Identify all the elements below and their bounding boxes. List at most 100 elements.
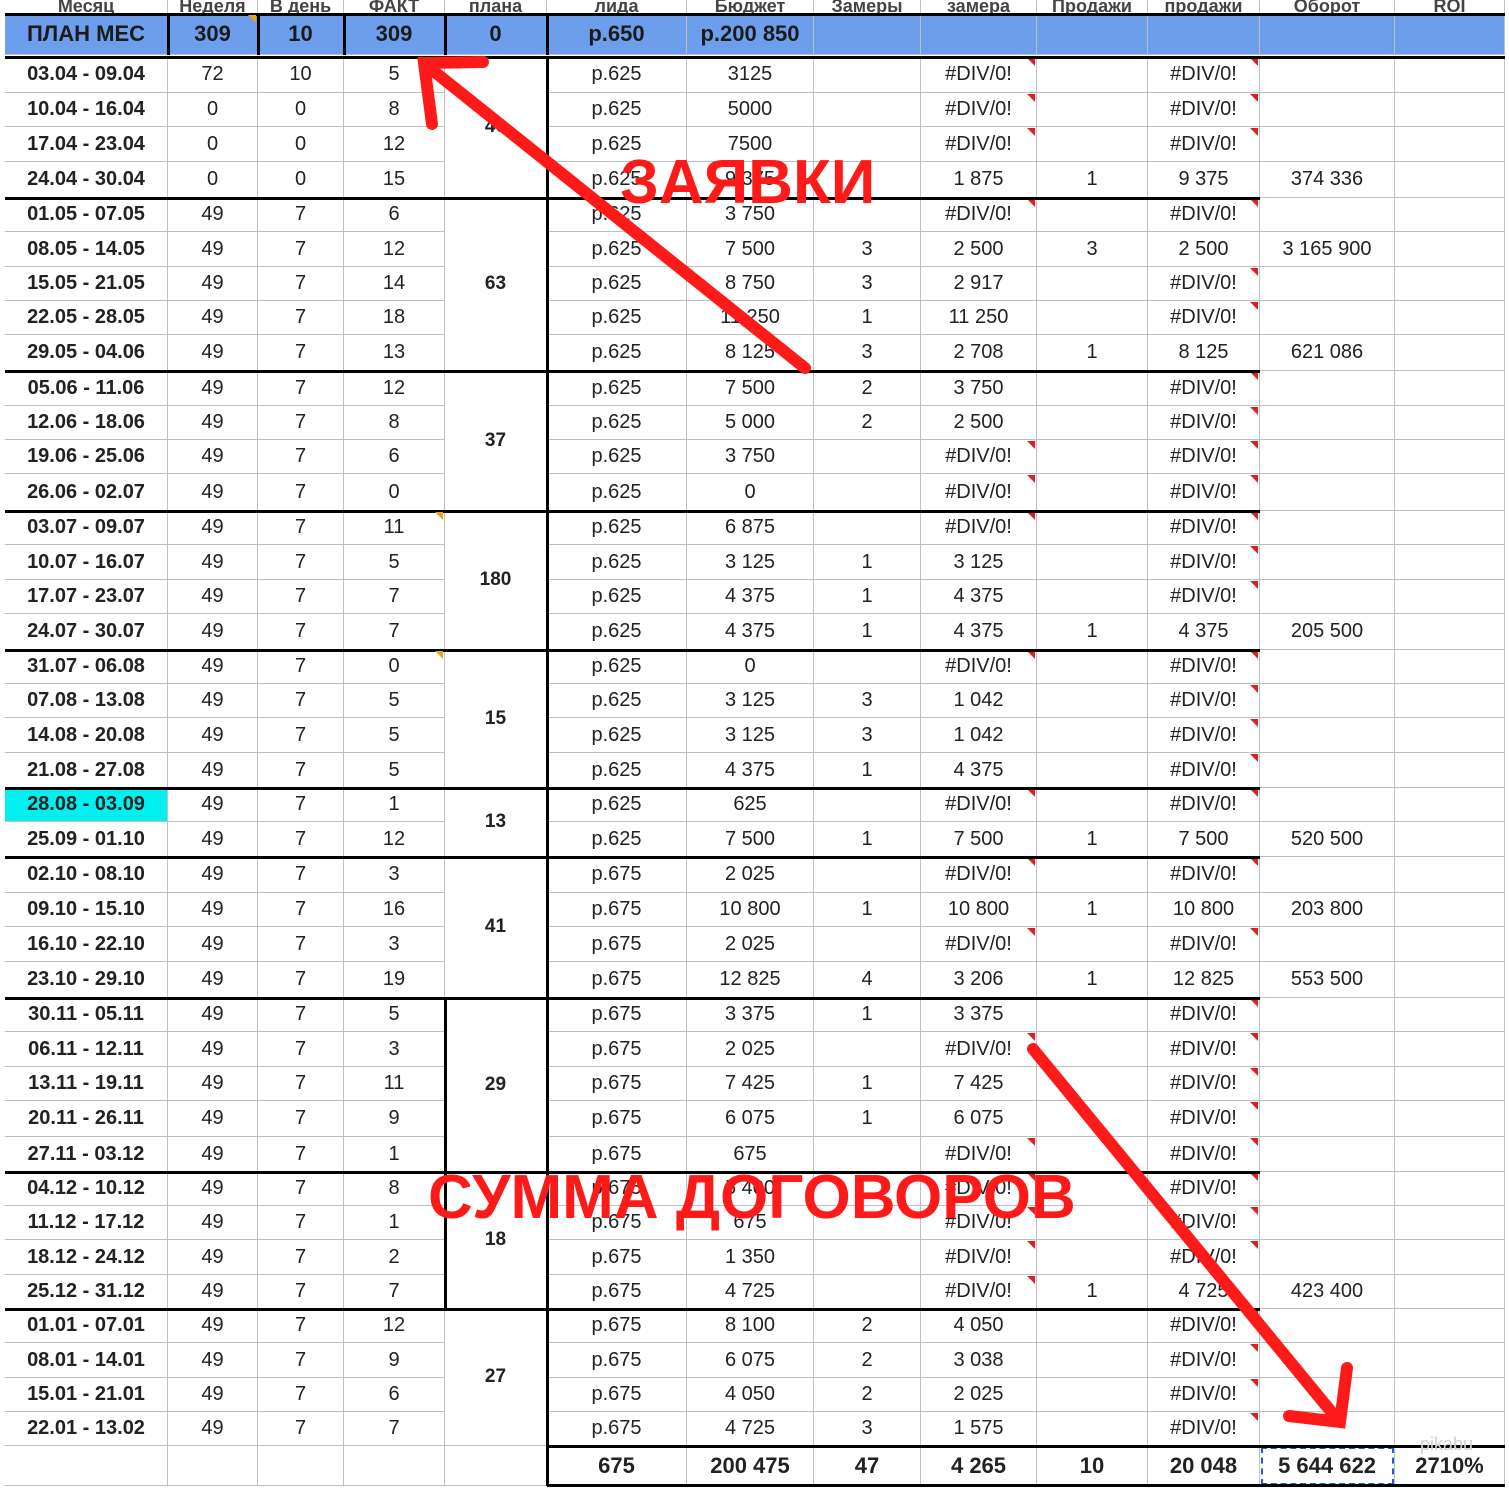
table-cell-per-sale[interactable]: #DIV/0! [1148, 93, 1260, 127]
table-cell-week[interactable]: 21.08 - 27.08 [5, 753, 168, 788]
table-cell-per-sale[interactable]: 2 500 [1148, 232, 1260, 267]
table-cell-per-day[interactable]: 7 [258, 650, 344, 684]
table-cell-per-week[interactable]: 49 [168, 718, 258, 753]
table-cell-per-sale[interactable]: 9 375 [1148, 162, 1260, 198]
table-cell-per-measure[interactable]: 7 425 [921, 1067, 1037, 1101]
table-cell-per-sale[interactable]: #DIV/0! [1148, 718, 1260, 753]
table-cell-week[interactable]: 25.12 - 31.12 [5, 1275, 168, 1309]
table-cell-per-week[interactable]: 49 [168, 1101, 258, 1137]
table-cell-turnover[interactable] [1260, 788, 1395, 822]
table-cell-per-week[interactable]: 49 [168, 1343, 258, 1378]
table-cell-week[interactable]: 23.10 - 29.10 [5, 962, 168, 998]
table-cell-turnover[interactable] [1260, 580, 1395, 614]
header-fact[interactable]: ФАКТ [344, 0, 445, 14]
table-cell-week[interactable]: 08.01 - 14.01 [5, 1343, 168, 1378]
table-cell-per-week[interactable]: 49 [168, 962, 258, 998]
table-cell-per-measure[interactable]: #DIV/0! [921, 927, 1037, 962]
plan-per-week[interactable]: 309 [168, 14, 258, 55]
table-cell-roi[interactable] [1395, 93, 1505, 127]
table-cell-per-week[interactable]: 49 [168, 406, 258, 440]
table-cell-roi[interactable] [1395, 267, 1505, 301]
table-cell-per-measure[interactable]: #DIV/0! [921, 57, 1037, 93]
table-cell-turnover[interactable] [1260, 267, 1395, 301]
table-cell-turnover[interactable] [1260, 127, 1395, 162]
table-cell-per-day[interactable]: 7 [258, 1172, 344, 1206]
table-cell-lead[interactable]: р.625 [547, 335, 687, 371]
table-cell-fact[interactable]: 1 [344, 788, 445, 822]
table-cell-per-day[interactable]: 7 [258, 857, 344, 893]
table-cell-per-measure[interactable]: #DIV/0! [921, 93, 1037, 127]
table-cell-measures[interactable] [814, 198, 921, 232]
table-cell-turnover[interactable]: 423 400 [1260, 1275, 1395, 1309]
table-cell-per-sale[interactable]: #DIV/0! [1148, 440, 1260, 474]
table-cell-week[interactable]: 01.01 - 07.01 [5, 1309, 168, 1343]
table-cell-per-week[interactable]: 0 [168, 93, 258, 127]
table-cell-lead[interactable]: р.675 [547, 1343, 687, 1378]
table-cell-per-day[interactable]: 7 [258, 580, 344, 614]
table-cell-lead[interactable]: р.675 [547, 1240, 687, 1275]
table-cell-fact[interactable]: 7 [344, 580, 445, 614]
table-cell-per-day[interactable]: 7 [258, 232, 344, 267]
table-cell-sales[interactable] [1037, 301, 1148, 335]
table-cell-budget[interactable]: 11 250 [687, 301, 814, 335]
table-cell-per-sale[interactable]: #DIV/0! [1148, 1067, 1260, 1101]
table-cell-fact[interactable]: 8 [344, 406, 445, 440]
table-cell-week[interactable]: 03.04 - 09.04 [5, 57, 168, 93]
table-cell-per-sale[interactable]: #DIV/0! [1148, 1240, 1260, 1275]
table-cell-fact[interactable]: 5 [344, 753, 445, 788]
table-cell-week[interactable]: 16.10 - 22.10 [5, 927, 168, 962]
table-cell-sales[interactable]: 1 [1037, 1275, 1148, 1309]
table-cell-measures[interactable] [814, 440, 921, 474]
table-cell-per-day[interactable]: 7 [258, 1378, 344, 1412]
table-cell-per-day[interactable]: 7 [258, 1067, 344, 1101]
header-roi[interactable]: ROI [1395, 0, 1505, 14]
table-cell-week[interactable]: 06.11 - 12.11 [5, 1032, 168, 1067]
table-cell-per-sale[interactable]: #DIV/0! [1148, 927, 1260, 962]
table-cell-roi[interactable] [1395, 822, 1505, 857]
month-plan-cell[interactable]: 37 [445, 371, 547, 511]
table-cell-per-week[interactable]: 49 [168, 198, 258, 232]
table-cell-per-sale[interactable]: #DIV/0! [1148, 684, 1260, 718]
total-per-measure[interactable]: 4 265 [921, 1446, 1037, 1486]
table-cell-week[interactable]: 12.06 - 18.06 [5, 406, 168, 440]
table-cell-per-sale[interactable]: #DIV/0! [1148, 198, 1260, 232]
table-cell-per-measure[interactable]: #DIV/0! [921, 1032, 1037, 1067]
table-cell-roi[interactable] [1395, 1378, 1505, 1412]
table-cell-per-day[interactable]: 7 [258, 962, 344, 998]
table-cell-sales[interactable] [1037, 1378, 1148, 1412]
table-cell-per-sale[interactable]: #DIV/0! [1148, 580, 1260, 614]
table-cell-roi[interactable] [1395, 57, 1505, 93]
table-cell-per-day[interactable]: 7 [258, 440, 344, 474]
table-cell-per-measure[interactable]: 1 042 [921, 684, 1037, 718]
table-cell-per-measure[interactable]: 1 042 [921, 718, 1037, 753]
table-cell-week[interactable]: 17.04 - 23.04 [5, 127, 168, 162]
table-cell-sales[interactable] [1037, 580, 1148, 614]
table-cell-budget[interactable]: 3 125 [687, 545, 814, 580]
table-cell-per-day[interactable]: 7 [258, 788, 344, 822]
table-cell-measures[interactable] [814, 1240, 921, 1275]
table-cell-fact[interactable]: 3 [344, 857, 445, 893]
table-cell-measures[interactable] [814, 1206, 921, 1240]
table-cell-per-day[interactable]: 7 [258, 335, 344, 371]
table-cell-lead[interactable]: р.675 [547, 893, 687, 927]
table-cell-turnover[interactable]: 374 336 [1260, 162, 1395, 198]
table-cell-turnover[interactable]: 3 165 900 [1260, 232, 1395, 267]
table-cell-lead[interactable]: р.675 [547, 1309, 687, 1343]
table-cell-per-measure[interactable]: 3 125 [921, 545, 1037, 580]
table-cell-sales[interactable] [1037, 1032, 1148, 1067]
table-cell-fact[interactable]: 11 [344, 1067, 445, 1101]
header-turnover[interactable]: Оборот [1260, 0, 1395, 14]
table-cell-week[interactable]: 02.10 - 08.10 [5, 857, 168, 893]
table-cell-fact[interactable]: 8 [344, 93, 445, 127]
table-cell-measures[interactable]: 1 [814, 301, 921, 335]
table-cell-lead[interactable]: р.625 [547, 127, 687, 162]
table-cell-per-day[interactable]: 7 [258, 301, 344, 335]
table-cell-fact[interactable]: 0 [344, 650, 445, 684]
table-cell-per-week[interactable]: 49 [168, 1412, 258, 1446]
month-plan-cell[interactable]: 27 [445, 1309, 547, 1446]
month-plan-cell[interactable]: 180 [445, 511, 547, 650]
table-cell-fact[interactable]: 15 [344, 162, 445, 198]
table-cell-fact[interactable]: 3 [344, 927, 445, 962]
table-cell-turnover[interactable] [1260, 1067, 1395, 1101]
table-cell-budget[interactable]: 12 825 [687, 962, 814, 998]
